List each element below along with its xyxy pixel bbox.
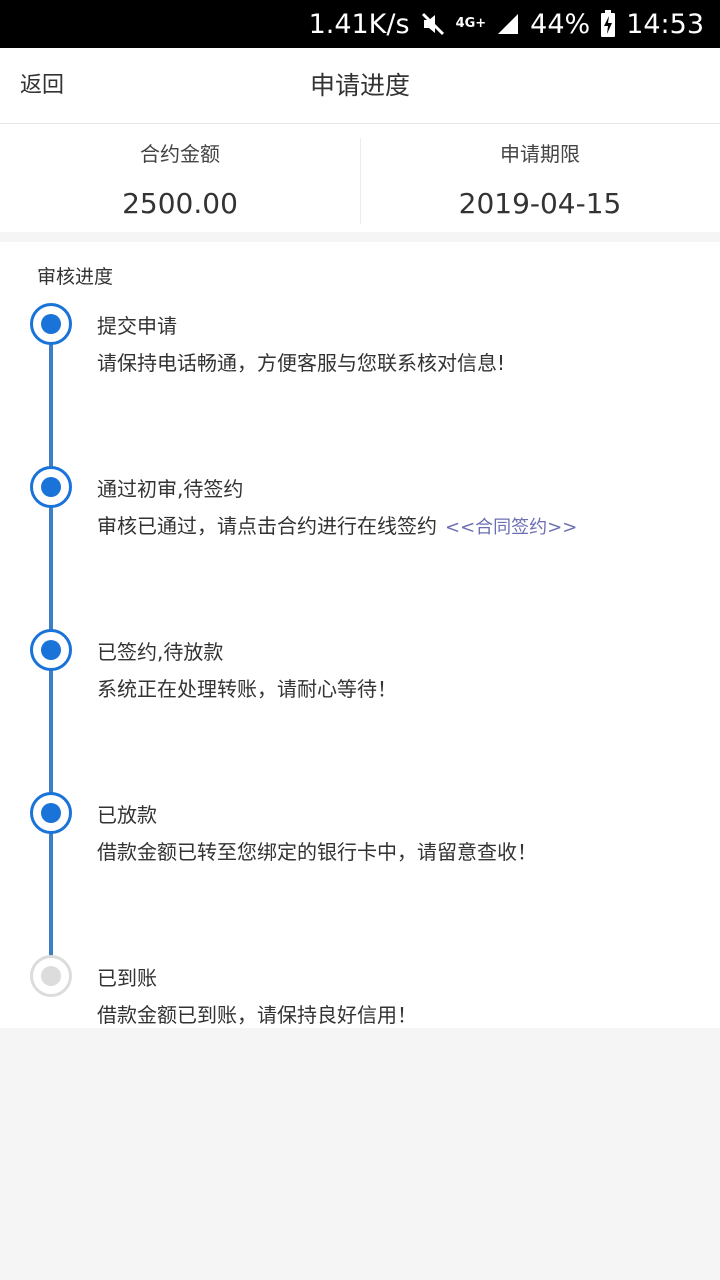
step-dot-icon <box>30 629 72 671</box>
network-speed: 1.41K/s <box>308 8 410 40</box>
contract-sign-link[interactable]: <<合同签约>> <box>445 517 577 538</box>
step-title: 已放款 <box>97 803 157 827</box>
nav-bar: 申请进度 返回 <box>0 48 720 124</box>
mute-icon <box>420 11 446 37</box>
battery-charging-icon <box>600 10 616 38</box>
signal-icon <box>496 12 520 36</box>
step-title: 提交申请 <box>97 314 177 338</box>
step-desc: 借款金额已转至您绑定的银行卡中，请留意查收！ <box>97 840 537 864</box>
clock: 14:53 <box>626 8 704 40</box>
date-label: 申请期限 <box>500 142 580 166</box>
network-arrows-icon: 4G+ <box>455 16 487 31</box>
step-desc: 系统正在处理转账，请耐心等待！ <box>97 677 397 701</box>
step-desc: 审核已通过，请点击合约进行在线签约 <<合同签约>> <box>97 510 577 539</box>
page-title: 申请进度 <box>309 71 410 100</box>
step-desc-text: 审核已通过，请点击合约进行在线签约 <box>97 514 437 538</box>
contract-summary: 合约金额 2500.00 申请期限 2019-04-15 <box>0 124 720 232</box>
step-dot-icon <box>30 792 72 834</box>
step-dot-inactive-icon <box>30 955 72 997</box>
step-dot-icon <box>30 303 72 345</box>
progress-panel: 审核进度 提交申请 请保持电话畅通，方便客服与您联系核对信息! 通过初审,待签约… <box>0 242 720 1028</box>
amount-column: 合约金额 2500.00 <box>0 124 360 232</box>
progress-title: 审核进度 <box>37 266 114 288</box>
step-desc: 请保持电话畅通，方便客服与您联系核对信息! <box>97 351 506 375</box>
back-button[interactable]: 返回 <box>20 48 64 124</box>
date-column: 申请期限 2019-04-15 <box>360 124 720 232</box>
step-title: 通过初审,待签约 <box>97 477 244 501</box>
status-bar: 1.41K/s 4G+ 44% 14:53 <box>0 0 720 48</box>
step-title: 已签约,待放款 <box>97 640 224 664</box>
step-desc: 借款金额已到账，请保持良好信用！ <box>97 1003 417 1027</box>
date-value: 2019-04-15 <box>458 187 622 220</box>
network-type: 4G+ <box>455 16 487 31</box>
step-dot-icon <box>30 466 72 508</box>
battery-percent: 44% <box>530 8 591 40</box>
amount-value: 2500.00 <box>122 187 238 220</box>
step-title: 已到账 <box>97 966 157 990</box>
amount-label: 合约金额 <box>140 142 220 166</box>
